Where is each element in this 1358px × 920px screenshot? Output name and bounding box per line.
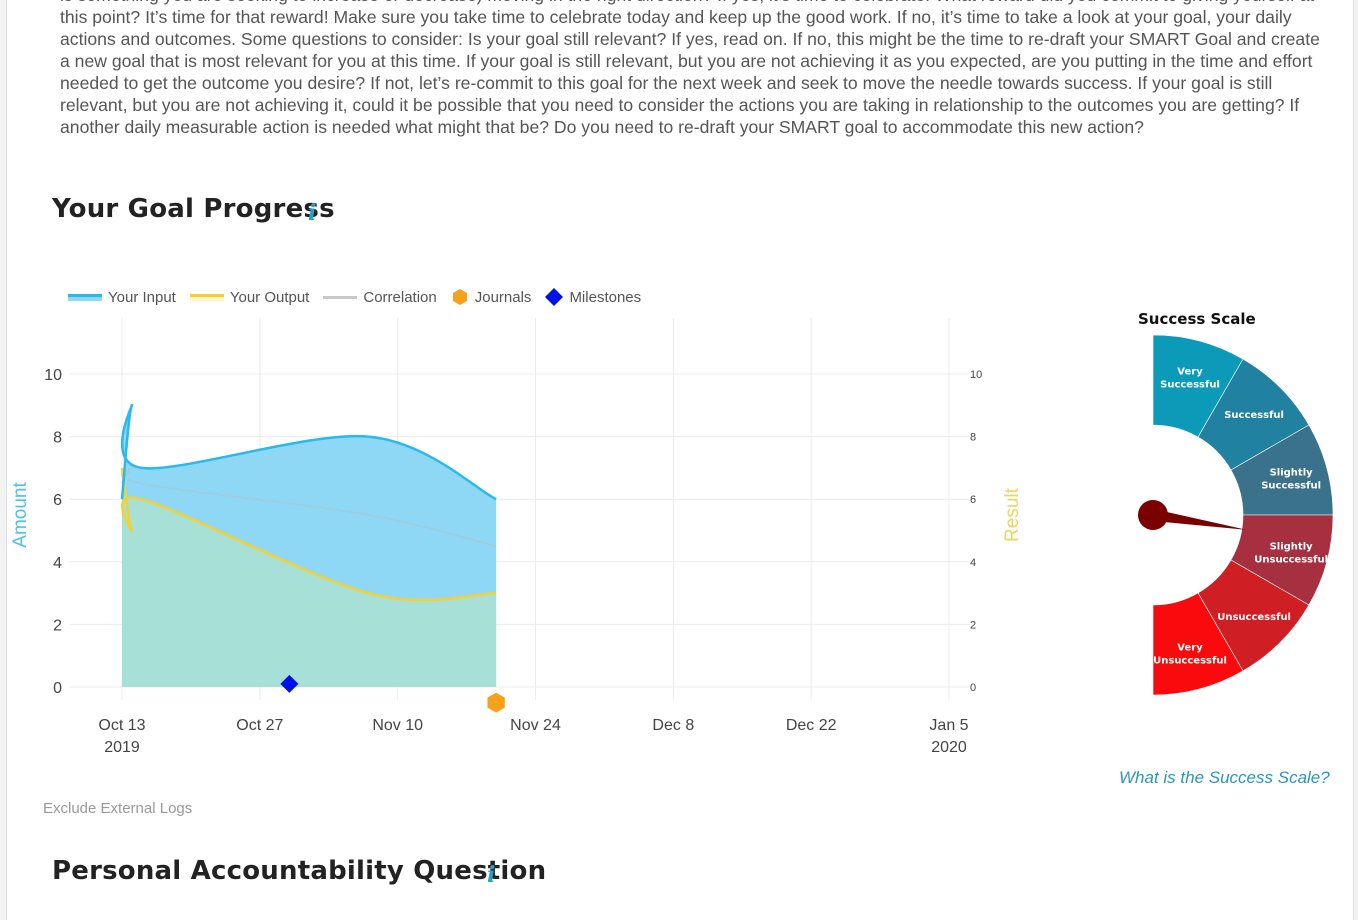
y-tick-label-right: 8 [970, 432, 976, 444]
y-tick-label-left: 2 [53, 617, 62, 634]
gauge-segment-label: Unsuccessful [1153, 656, 1227, 667]
x-tick-label: Dec 8 [652, 717, 694, 734]
x-tick-label: Oct 13 [98, 717, 145, 734]
y-tick-label-left: 4 [53, 555, 62, 572]
y-tick-label-right: 6 [970, 494, 976, 506]
gauge-segment-label: Unsuccessful [1217, 612, 1291, 623]
y-tick-label-left: 0 [53, 680, 62, 697]
y-tick-label-right: 10 [970, 369, 982, 381]
y-axis-title-right: Result [1002, 487, 1023, 542]
x-tick-year: 2019 [104, 739, 140, 756]
info-icon[interactable]: i [487, 862, 495, 888]
x-tick-label: Nov 10 [372, 717, 423, 734]
gauge-segment-label: Successful [1261, 480, 1321, 491]
exclude-external-logs-toggle[interactable]: Exclude External Logs [43, 800, 192, 817]
gauge-segment-label: Slightly [1270, 467, 1314, 478]
what-is-success-scale-link[interactable]: What is the Success Scale? [1119, 768, 1330, 788]
y-tick-label-left: 10 [44, 367, 62, 384]
personal-accountability-title: Personal Accountability Question [52, 856, 547, 886]
x-tick-label: Nov 24 [510, 717, 561, 734]
x-tick-label: Dec 22 [786, 717, 837, 734]
y-tick-label-right: 4 [970, 557, 976, 569]
gauge-needle-hub [1138, 500, 1168, 530]
goal-progress-chart: 0 0 2 2 4 4 6 6 8 8 10 10 Oct 13 2019 Oct 27 Nov 10 Nov … [10, 318, 1023, 756]
x-tick-label: Oct 27 [236, 717, 283, 734]
y-axis-title-left: Amount [10, 482, 31, 548]
gauge-segment-label: Successful [1160, 379, 1220, 390]
success-scale-gauge: Very Successful Successful Slightly Successf… [1138, 334, 1334, 696]
y-tick-label-right: 2 [970, 619, 976, 631]
gauge-segment-label: Very [1177, 366, 1203, 377]
gauge-segment-label: Unsuccessful [1254, 555, 1328, 566]
y-tick-label-right: 0 [970, 682, 976, 694]
y-tick-label-left: 8 [53, 430, 62, 447]
gauge-segment-label: Successful [1224, 410, 1284, 421]
journal-marker [487, 692, 505, 713]
y-tick-label-left: 6 [53, 492, 62, 509]
gauge-segment-label: Slightly [1270, 542, 1314, 553]
x-tick-year: 2020 [931, 739, 967, 756]
gauge-segment-label: Very [1177, 643, 1203, 654]
x-tick-label: Jan 5 [929, 717, 968, 734]
